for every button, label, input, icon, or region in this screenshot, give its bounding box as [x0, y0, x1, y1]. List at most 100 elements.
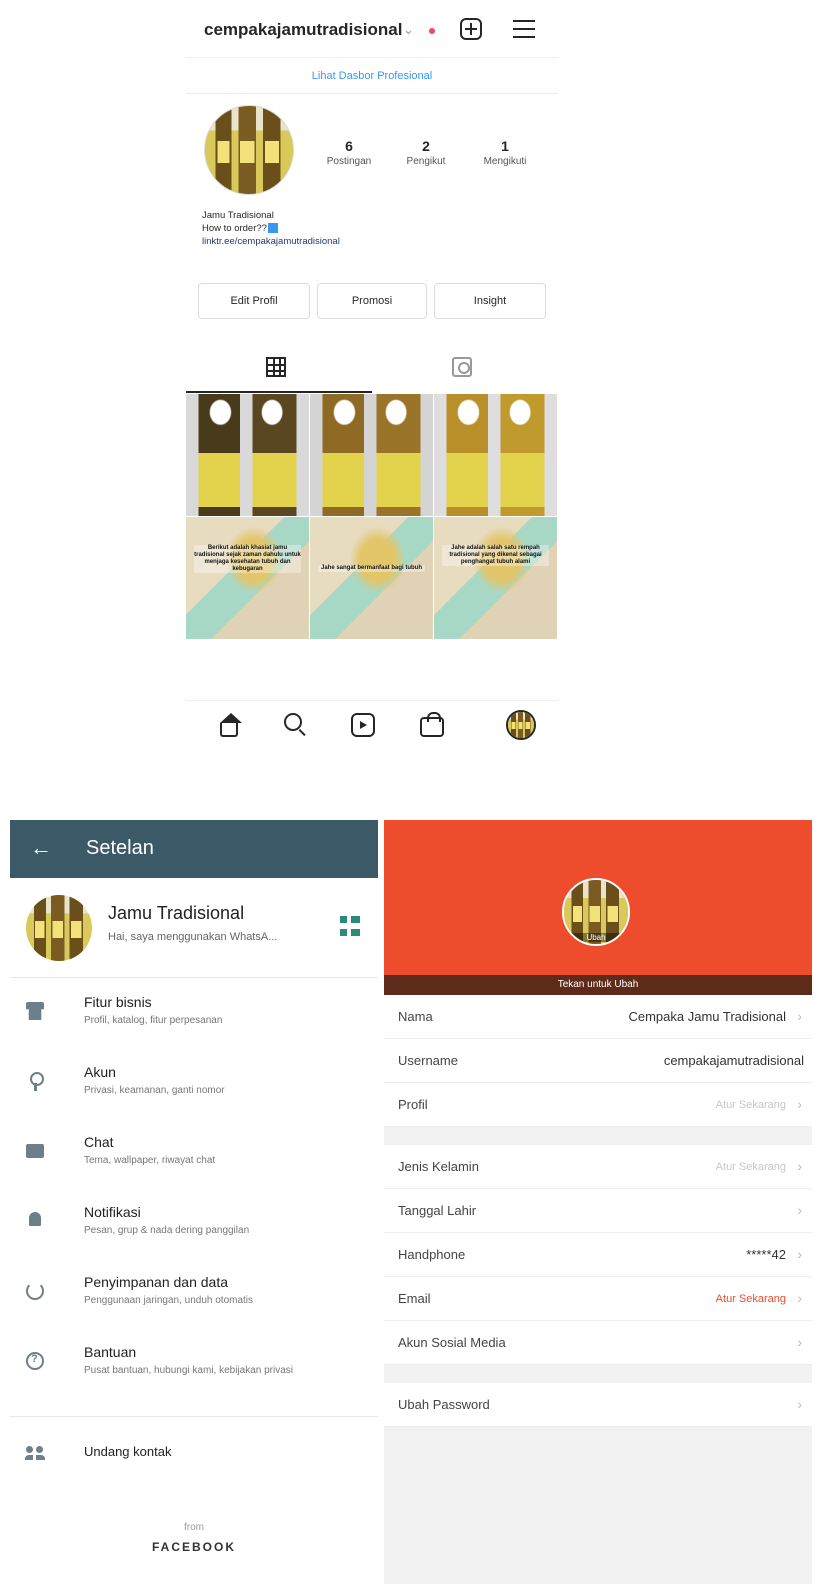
- edit-profile-button[interactable]: Edit Profil: [198, 283, 310, 319]
- row-profil[interactable]: Profil Atur Sekarang ›: [384, 1083, 812, 1127]
- notification-dot: [429, 28, 435, 34]
- row-email[interactable]: Email Atur Sekarang ›: [384, 1277, 812, 1321]
- shopee-profile-avatar[interactable]: Ubah: [562, 878, 630, 946]
- post-thumbnail[interactable]: [310, 394, 433, 516]
- settings-item-subtitle: Pesan, grup & nada dering panggilan: [84, 1225, 250, 1236]
- post-thumbnail[interactable]: Jahe adalah salah satu rempah tradisiona…: [434, 517, 557, 639]
- row-label: Akun Sosial Media: [398, 1335, 506, 1350]
- row-tanggal-lahir[interactable]: Tanggal Lahir ›: [384, 1189, 812, 1233]
- tagged-photos-icon[interactable]: [452, 357, 472, 377]
- down-arrow-emoji-icon: [267, 223, 278, 234]
- ig-bottom-nav: [186, 700, 558, 750]
- chevron-right-icon: ›: [797, 1246, 802, 1262]
- row-jenis-kelamin[interactable]: Jenis Kelamin Atur Sekarang ›: [384, 1145, 812, 1189]
- hamburger-menu-icon[interactable]: [513, 20, 535, 38]
- post-caption: Jahe sangat bermanfaat bagi tubuh: [318, 565, 425, 572]
- settings-item-chat[interactable]: Chat Tema, wallpaper, riwayat chat: [10, 1120, 378, 1182]
- row-change-password[interactable]: Ubah Password ›: [384, 1383, 812, 1427]
- settings-item-subtitle: Pusat bantuan, hubungi kami, kebijakan p…: [84, 1365, 294, 1376]
- row-value: Atur Sekarang: [715, 1161, 786, 1173]
- row-nama[interactable]: Nama Cempaka Jamu Tradisional ›: [384, 995, 812, 1039]
- row-social-media[interactable]: Akun Sosial Media ›: [384, 1321, 812, 1365]
- post-thumbnail[interactable]: [434, 394, 557, 516]
- settings-item-title: Fitur bisnis: [84, 994, 152, 1010]
- wa-profile-status[interactable]: Hai, saya menggunakan WhatsA...: [108, 931, 277, 943]
- settings-item-business[interactable]: Fitur bisnis Profil, katalog, fitur perp…: [10, 980, 378, 1042]
- stat-followers-value: 2: [422, 138, 430, 154]
- key-icon: [26, 1072, 44, 1091]
- settings-item-title: Notifikasi: [84, 1204, 141, 1220]
- insights-button[interactable]: Insight: [434, 283, 546, 319]
- stat-following-label: Mengikuti: [483, 156, 527, 167]
- row-value: *****42: [746, 1247, 786, 1262]
- tap-to-change-banner[interactable]: Tekan untuk Ubah: [384, 975, 812, 995]
- settings-item-subtitle: Privasi, keamanan, ganti nomor: [84, 1085, 225, 1096]
- chevron-right-icon: ›: [797, 1396, 802, 1412]
- divider: [10, 977, 378, 978]
- qr-code-icon[interactable]: [340, 916, 360, 936]
- profile-avatar-icon[interactable]: [506, 710, 536, 740]
- row-label: Username: [398, 1053, 458, 1068]
- invite-contacts-item[interactable]: Undang kontak: [10, 1424, 378, 1486]
- row-handphone[interactable]: Handphone *****42 ›: [384, 1233, 812, 1277]
- stat-followers[interactable]: 2 Pengikut: [391, 138, 461, 167]
- profile-avatar[interactable]: [204, 105, 294, 195]
- instagram-profile-screen: cempakajamutradisional ⌄ Lihat Dasbor Pr…: [186, 0, 558, 770]
- shop-icon[interactable]: [420, 712, 444, 737]
- store-icon: [26, 1002, 44, 1020]
- stat-following[interactable]: 1 Mengikuti: [470, 138, 540, 167]
- chevron-down-icon[interactable]: ⌄: [403, 22, 414, 38]
- people-icon: [25, 1444, 45, 1462]
- promote-button[interactable]: Promosi: [317, 283, 427, 319]
- row-label: Jenis Kelamin: [398, 1159, 479, 1174]
- ig-top-bar: cempakajamutradisional ⌄: [186, 0, 558, 58]
- chevron-right-icon: ›: [797, 1008, 802, 1024]
- post-thumbnail[interactable]: [186, 394, 309, 516]
- row-label: Tanggal Lahir: [398, 1203, 477, 1218]
- settings-item-title: Chat: [84, 1134, 114, 1150]
- row-label: Email: [398, 1291, 431, 1306]
- search-icon[interactable]: [284, 713, 302, 731]
- home-icon[interactable]: [220, 713, 242, 737]
- reels-icon[interactable]: [351, 713, 375, 737]
- ig-username[interactable]: cempakajamutradisional: [204, 20, 402, 40]
- stat-posts[interactable]: 6 Postingan: [314, 138, 384, 167]
- chevron-right-icon: ›: [797, 1202, 802, 1218]
- settings-item-storage[interactable]: Penyimpanan dan data Penggunaan jaringan…: [10, 1260, 378, 1322]
- chat-icon: [26, 1144, 44, 1158]
- settings-item-help[interactable]: Bantuan Pusat bantuan, hubungi kami, keb…: [10, 1330, 378, 1392]
- settings-item-account[interactable]: Akun Privasi, keamanan, ganti nomor: [10, 1050, 378, 1112]
- post-thumbnail[interactable]: Jahe sangat bermanfaat bagi tubuh: [310, 517, 433, 639]
- post-caption: Jahe adalah salah satu rempah tradisiona…: [442, 545, 549, 566]
- bio-name: Jamu Tradisional: [202, 210, 274, 221]
- row-label: Nama: [398, 1009, 433, 1024]
- stat-following-value: 1: [501, 138, 509, 154]
- page-title: Setelan: [86, 837, 154, 859]
- stat-posts-label: Postingan: [326, 156, 372, 167]
- settings-item-title: Akun: [84, 1064, 116, 1080]
- bio-line: How to order??: [202, 223, 267, 234]
- profile-tabs: [186, 345, 558, 393]
- invite-contacts-label: Undang kontak: [84, 1444, 172, 1459]
- row-label: Profil: [398, 1097, 428, 1112]
- active-tab-indicator: [186, 391, 372, 393]
- stat-followers-label: Pengikut: [406, 156, 446, 167]
- create-post-icon[interactable]: [460, 18, 482, 40]
- wa-profile-avatar[interactable]: [26, 895, 92, 961]
- settings-item-notifications[interactable]: Notifikasi Pesan, grup & nada dering pan…: [10, 1190, 378, 1252]
- row-username[interactable]: Username cempakajamutradisional: [384, 1039, 812, 1083]
- post-caption: Berikut adalah khasiat jamu tradisional …: [194, 545, 301, 573]
- post-thumbnail[interactable]: Berikut adalah khasiat jamu tradisional …: [186, 517, 309, 639]
- bio-link[interactable]: linktr.ee/cempakajamutradisional: [202, 235, 340, 248]
- facebook-brand: FACEBOOK: [151, 1540, 236, 1554]
- grid-icon[interactable]: [266, 357, 286, 377]
- profile-bio: Jamu Tradisional How to order?? linktr.e…: [202, 209, 340, 248]
- wa-profile-name[interactable]: Jamu Tradisional: [108, 903, 244, 924]
- professional-dashboard-link[interactable]: Lihat Dasbor Profesional: [186, 58, 558, 94]
- shopee-edit-profile-screen: Ubah Tekan untuk Ubah Nama Cempaka Jamu …: [384, 820, 812, 1584]
- back-arrow-icon[interactable]: ←: [30, 835, 52, 861]
- wa-header: ← Setelan: [10, 820, 378, 878]
- row-value: Atur Sekarang: [715, 1293, 786, 1305]
- row-label: Handphone: [398, 1247, 466, 1262]
- chevron-right-icon: ›: [797, 1334, 802, 1350]
